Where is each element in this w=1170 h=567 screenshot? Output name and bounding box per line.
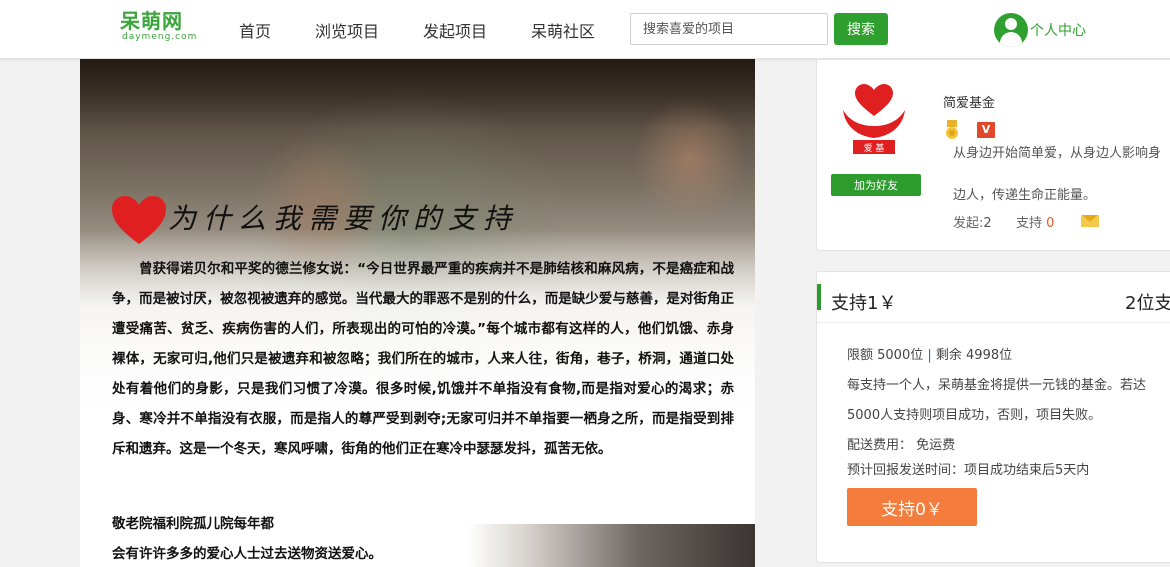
nav-community[interactable]: 呆萌社区 — [531, 18, 595, 42]
support-tier-header: 支持1￥ 2位支 — [817, 272, 1170, 323]
story-photo-2 — [468, 524, 755, 567]
return-time: 预计回报发送时间：项目成功结束后5天内 — [847, 463, 1090, 478]
user-center-label: 个人中心 — [1030, 23, 1086, 39]
quota-separator: | — [927, 348, 932, 363]
story-paragraph-2: 敬老院福利院孤儿院每年都 会有许许多多的爱心人士过去送物资送爱心。 — [112, 509, 472, 567]
story-paragraph-2-line-1: 敬老院福利院孤儿院每年都 — [112, 516, 274, 532]
heart-icon — [112, 196, 166, 244]
foundation-description-line-1: 从身边开始简单爱，从身边人影响身 — [953, 146, 1162, 161]
project-story: 为什么我需要你的支持 曾获得诺贝尔和平奖的德兰修女说：“今日世界最严重的疾病并不… — [80, 59, 755, 567]
story-paragraph-2-line-2: 会有许许多多的爱心人士过去送物资送爱心。 — [112, 546, 382, 562]
support-label: 支持 — [1015, 216, 1042, 231]
support-count: 0 — [1046, 216, 1055, 231]
quota-limit: 限额 5000位 — [847, 348, 924, 363]
mail-icon[interactable] — [1081, 215, 1099, 227]
nav-start-project[interactable]: 发起项目 — [423, 18, 487, 42]
foundation-logo-icon: 爱 基 — [843, 84, 905, 154]
user-avatar-icon — [994, 13, 1028, 47]
quota-line: 限额 5000位 | 剩余 4998位 — [847, 344, 1012, 363]
verified-v-icon: V — [977, 122, 995, 138]
story-title: 为什么我需要你的支持 — [168, 202, 519, 235]
tier-description-line-2: 5000人支持则项目成功，否则，项目失败。 — [847, 408, 1102, 423]
top-navbar: 呆萌网 daymeng.com 首页 浏览项目 发起项目 呆萌社区 搜索 个人中… — [0, 0, 1170, 59]
nav-home[interactable]: 首页 — [239, 18, 271, 42]
shipping-fee: 配送费用： 免运费 — [847, 438, 956, 453]
launched-count: 2 — [983, 216, 992, 231]
story-paragraph: 曾获得诺贝尔和平奖的德兰修女说：“今日世界最严重的疾病并不是肺结核和麻风病，不是… — [112, 261, 734, 457]
add-friend-button[interactable]: 加为好友 — [831, 174, 921, 196]
launched-label: 发起: — [953, 216, 984, 231]
foundation-card: 爱 基 加为好友 简爱基金 V 从身边开始简单爱，从身边人影响身 边人，传递生命… — [816, 59, 1170, 251]
nav-browse-projects[interactable]: 浏览项目 — [315, 18, 379, 42]
supporter-count: 2位支 — [1125, 293, 1170, 314]
support-tier-title: 支持1￥ — [831, 293, 897, 314]
foundation-description-line-2: 边人，传递生命正能量。 — [953, 188, 1097, 203]
foundation-logo-caption: 爱 基 — [864, 142, 885, 154]
support-button[interactable]: 支持0￥ — [847, 488, 977, 526]
search-input[interactable] — [630, 13, 828, 45]
foundation-name[interactable]: 简爱基金 — [943, 92, 995, 111]
site-logo[interactable]: 呆萌网 daymeng.com — [120, 10, 197, 42]
user-center-link[interactable]: 个人中心 — [994, 13, 1086, 47]
quota-remaining: 剩余 4998位 — [935, 348, 1013, 363]
logo-text: 呆萌网 — [120, 9, 183, 33]
tier-description-line-1: 每支持一个人，呆萌基金将提供一元钱的基金。若达 — [847, 378, 1147, 393]
search-button[interactable]: 搜索 — [834, 13, 888, 45]
support-tier-card: 支持1￥ 2位支 限额 5000位 | 剩余 4998位 每支持一个人，呆萌基金… — [816, 271, 1170, 563]
medal-badge-icon — [946, 120, 958, 139]
logo-domain: daymeng.com — [122, 32, 198, 42]
foundation-stats: 发起:2 支持 0 — [953, 212, 1054, 231]
